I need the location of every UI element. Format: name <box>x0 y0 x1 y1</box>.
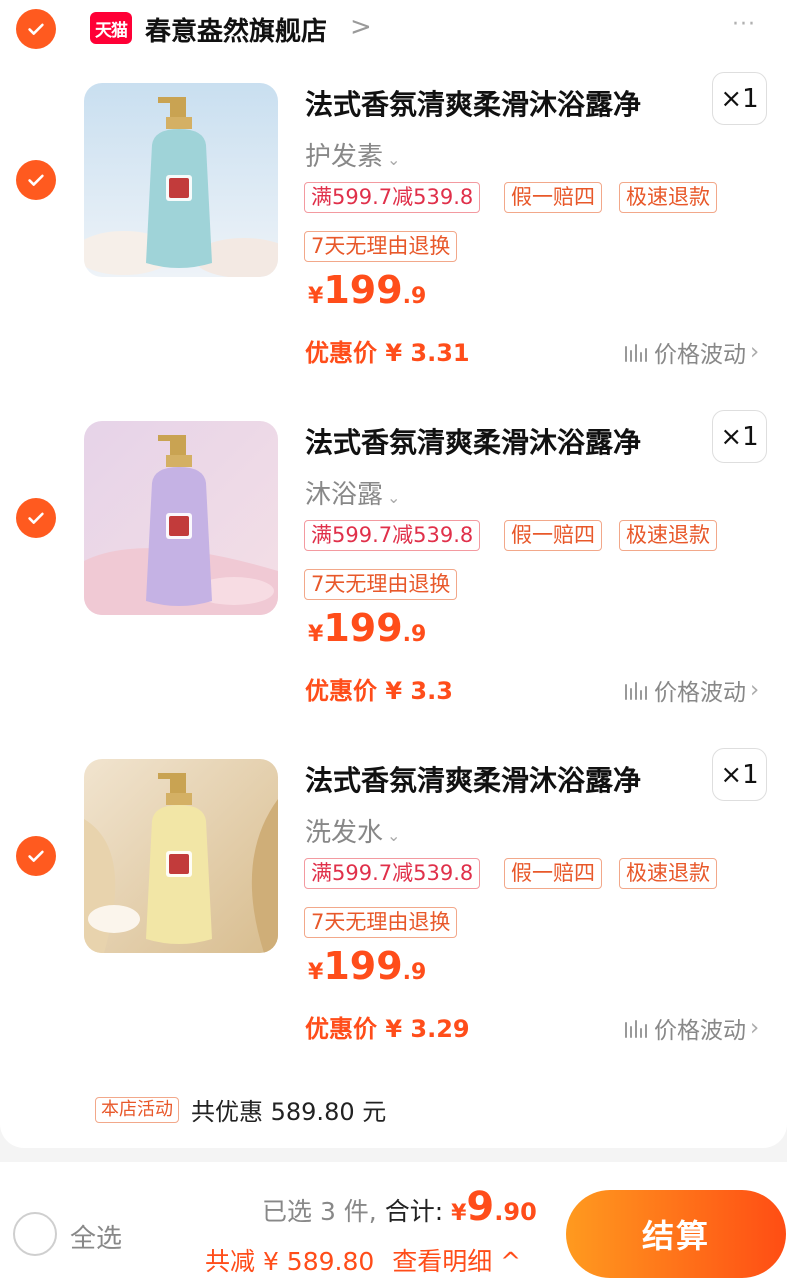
store-name[interactable]: 春意盎然旗舰店 <box>145 11 327 48</box>
total-summary: 已选 3 件, 合计: ¥9.90 <box>262 1184 537 1230</box>
quantity-button[interactable]: ×1 <box>712 748 767 801</box>
variant-label: 洗发水 <box>305 818 384 848</box>
promo-price: 优惠价 ¥ 3.29 <box>305 1015 470 1043</box>
variant-selector[interactable]: 洗发水 ⌄ <box>305 812 400 849</box>
item-checkbox[interactable] <box>16 836 56 876</box>
total-label: 合计: <box>384 1197 444 1226</box>
price-chart-icon <box>625 682 647 700</box>
price-fluctuation-link[interactable]: 价格波动 › <box>624 1011 759 1045</box>
price-fluctuation-label: 价格波动 <box>654 680 746 706</box>
item-checkbox[interactable] <box>16 498 56 538</box>
product-price: ¥199.9 <box>308 944 427 988</box>
return-tag: 7天无理由退换 <box>304 569 458 600</box>
promo-price: 优惠价 ¥ 3.31 <box>305 339 470 367</box>
variant-selector[interactable]: 沐浴露 ⌄ <box>305 474 400 511</box>
discount-tag: 满599.7减539.8 <box>304 520 481 551</box>
discount-tag: 满599.7减539.8 <box>304 182 481 213</box>
activity-tag: 本店活动 <box>95 1096 179 1123</box>
cart-item: 法式香氛清爽柔滑沐浴露净 ×1 护发素 ⌄ 满599.7减539.8 假一赔四 极… <box>0 72 787 413</box>
refund-tag: 极速退款 <box>619 520 717 551</box>
price-fluctuation-label: 价格波动 <box>654 342 746 368</box>
total-amount: ¥9.90 <box>451 1184 537 1230</box>
product-price: ¥199.9 <box>308 606 427 650</box>
chevron-right-icon: › <box>750 339 760 365</box>
guarantee-tag: 假一赔四 <box>504 182 602 213</box>
cart-store-card: 天猫 春意盎然旗舰店 > ··· 法式香氛清爽柔滑沐浴露净 ×1 护发素 ⌄ 满… <box>0 0 787 1148</box>
checkmark-icon <box>28 174 44 186</box>
quantity-button[interactable]: ×1 <box>712 410 767 463</box>
price-fluctuation-label: 价格波动 <box>654 1018 746 1044</box>
selected-count: 已选 3 件, <box>262 1197 377 1226</box>
cart-item: 法式香氛清爽柔滑沐浴露净 ×1 洗发水 ⌄ 满599.7减539.8 假一赔四 极… <box>0 748 787 1089</box>
item-checkbox[interactable] <box>16 160 56 200</box>
checkout-button[interactable]: 结算 <box>566 1190 786 1278</box>
return-tag: 7天无理由退换 <box>304 907 458 938</box>
chevron-right-icon: › <box>750 677 760 703</box>
product-title[interactable]: 法式香氛清爽柔滑沐浴露净 <box>305 759 641 799</box>
view-details-link[interactable]: 查看明细 ^ <box>392 1247 521 1276</box>
refund-tag: 极速退款 <box>619 858 717 889</box>
discount-tag: 满599.7减539.8 <box>304 858 481 889</box>
select-all-checkbox[interactable] <box>13 1212 57 1256</box>
cart-item: 法式香氛清爽柔滑沐浴露净 ×1 沐浴露 ⌄ 满599.7减539.8 假一赔四 极… <box>0 410 787 751</box>
variant-label: 护发素 <box>305 142 384 172</box>
variant-label: 沐浴露 <box>305 480 384 510</box>
select-all-label[interactable]: 全选 <box>70 1218 122 1255</box>
price-fluctuation-link[interactable]: 价格波动 › <box>624 673 759 707</box>
return-tag: 7天无理由退换 <box>304 231 458 262</box>
checkout-bar: 全选 已选 3 件, 合计: ¥9.90 共减 ¥ 589.80 查看明细 ^ … <box>0 1162 787 1281</box>
refund-tag: 极速退款 <box>619 182 717 213</box>
guarantee-tag: 假一赔四 <box>504 520 602 551</box>
activity-text: 共优惠 589.80 元 <box>191 1098 387 1126</box>
chevron-right-icon[interactable]: > <box>350 12 372 42</box>
store-activity[interactable]: 本店活动 共优惠 589.80 元 <box>95 1092 386 1127</box>
guarantee-tag: 假一赔四 <box>504 858 602 889</box>
quantity-button[interactable]: ×1 <box>712 72 767 125</box>
promo-price: 优惠价 ¥ 3.3 <box>305 677 453 705</box>
chevron-down-icon: ⌄ <box>387 488 401 507</box>
savings-row[interactable]: 共减 ¥ 589.80 查看明细 ^ <box>205 1242 521 1278</box>
chevron-down-icon: ⌄ <box>387 150 401 169</box>
product-image[interactable] <box>84 83 278 277</box>
more-icon[interactable]: ··· <box>732 12 756 37</box>
chevron-down-icon: ⌄ <box>387 826 401 845</box>
product-price: ¥199.9 <box>308 268 427 312</box>
savings-amount: 共减 ¥ 589.80 <box>205 1247 375 1276</box>
price-chart-icon <box>625 1020 647 1038</box>
variant-selector[interactable]: 护发素 ⌄ <box>305 136 400 173</box>
checkmark-icon <box>28 23 44 35</box>
tmall-logo: 天猫 <box>90 12 132 44</box>
price-chart-icon <box>625 344 647 362</box>
checkmark-icon <box>28 850 44 862</box>
product-image[interactable] <box>84 759 278 953</box>
store-header: 天猫 春意盎然旗舰店 > ··· <box>0 0 787 60</box>
price-fluctuation-link[interactable]: 价格波动 › <box>624 335 759 369</box>
checkmark-icon <box>28 512 44 524</box>
product-title[interactable]: 法式香氛清爽柔滑沐浴露净 <box>305 421 641 461</box>
chevron-right-icon: › <box>750 1015 760 1041</box>
product-image[interactable] <box>84 421 278 615</box>
store-checkbox[interactable] <box>16 9 56 49</box>
product-title[interactable]: 法式香氛清爽柔滑沐浴露净 <box>305 83 641 123</box>
